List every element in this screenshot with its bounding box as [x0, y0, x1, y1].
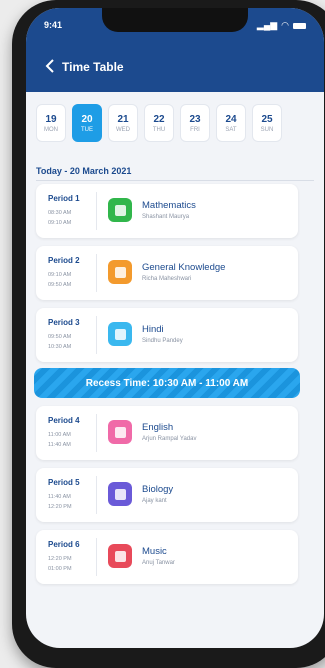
- section-divider: [36, 180, 314, 181]
- math-book-icon: [108, 198, 132, 222]
- date-number: 22: [153, 113, 165, 125]
- book-glyph-icon: [114, 488, 126, 500]
- recess-banner: Recess Time: 10:30 AM - 11:00 AM: [34, 368, 300, 398]
- status-time: 9:41: [44, 20, 63, 30]
- date-chip-fri[interactable]: 23 FRI: [180, 104, 210, 142]
- book-glyph-icon: [114, 426, 126, 438]
- period-end-time: 09:10 AM: [48, 220, 72, 226]
- period-label: Period 1: [48, 194, 80, 203]
- today-label: Today - 20 March 2021: [36, 166, 132, 176]
- card-divider: [96, 476, 97, 514]
- page-title: Time Table: [62, 60, 124, 74]
- subject-name: Biology: [142, 484, 174, 495]
- signal-icon: ▂▄▆: [256, 20, 278, 30]
- book-glyph-icon: [114, 550, 126, 562]
- period-end-time: 11:40 AM: [48, 442, 71, 448]
- date-number: 24: [225, 113, 237, 125]
- date-weekday: SUN: [260, 126, 274, 133]
- date-chip-thu[interactable]: 22 THU: [144, 104, 174, 142]
- period-start-time: 11:40 AM: [48, 494, 71, 500]
- period-label: Period 6: [48, 540, 80, 549]
- period-card[interactable]: Period 4 11:00 AM 11:40 AM English Arjun Ram…: [36, 406, 298, 460]
- date-weekday: MON: [44, 126, 58, 133]
- date-weekday: WED: [116, 126, 130, 133]
- english-book-icon: [108, 420, 132, 444]
- date-chip-mon[interactable]: 19 MON: [36, 104, 66, 142]
- back-arrow-icon[interactable]: [44, 58, 56, 74]
- book-glyph-icon: [114, 204, 126, 216]
- teacher-name: Anuj Tanwar: [142, 560, 175, 566]
- wifi-icon: ◠: [281, 20, 289, 30]
- card-divider: [96, 538, 97, 576]
- period-card[interactable]: Period 2 09:10 AM 09:50 AM General Knowledg…: [36, 246, 298, 300]
- date-number: 20: [81, 113, 93, 125]
- date-number: 21: [117, 113, 129, 125]
- date-number: 25: [261, 113, 273, 125]
- card-divider: [96, 192, 97, 230]
- book-glyph-icon: [114, 266, 126, 278]
- teacher-name: Shashant Maurya: [142, 214, 190, 220]
- date-chip-sun[interactable]: 25 SUN: [252, 104, 282, 142]
- subject-name: Hindi: [142, 324, 164, 335]
- period-card[interactable]: Period 1 08:30 AM 09:10 AM Mathematics Shash…: [36, 184, 298, 238]
- date-chip-tue[interactable]: 20 TUE: [72, 104, 102, 142]
- status-icons: ▂▄▆ ◠: [257, 20, 306, 31]
- subject-name: Mathematics: [142, 200, 196, 211]
- period-label: Period 2: [48, 256, 80, 265]
- period-end-time: 12:20 PM: [48, 504, 72, 510]
- period-end-time: 01:00 PM: [48, 566, 72, 572]
- date-weekday: FRI: [190, 126, 200, 133]
- period-label: Period 5: [48, 478, 80, 487]
- period-label: Period 3: [48, 318, 80, 327]
- period-card[interactable]: Period 5 11:40 AM 12:20 PM Biology Ajay kant: [36, 468, 298, 522]
- app-header: 9:41 ▂▄▆ ◠ Time Table: [26, 8, 324, 92]
- date-chip-wed[interactable]: 21 WED: [108, 104, 138, 142]
- subject-name: Music: [142, 546, 167, 557]
- teacher-name: Arjun Rampal Yadav: [142, 436, 197, 442]
- period-start-time: 12:20 PM: [48, 556, 72, 562]
- phone-side-button: [13, 92, 17, 122]
- date-selector: 19 MON 20 TUE 21 WED 22 THU 23 FRI 24 SAT 25 SUN: [36, 104, 282, 142]
- card-divider: [96, 316, 97, 354]
- teacher-name: Richa Maheshwari: [142, 276, 192, 282]
- period-card[interactable]: Period 3 09:50 AM 10:30 AM Hindi Sindhu Pand…: [36, 308, 298, 362]
- period-start-time: 11:00 AM: [48, 432, 71, 438]
- card-divider: [96, 254, 97, 292]
- period-start-time: 08:30 AM: [48, 210, 72, 216]
- phone-volume-down-button: [13, 184, 17, 230]
- period-label: Period 4: [48, 416, 80, 425]
- period-end-time: 10:30 AM: [48, 344, 72, 350]
- phone-volume-up-button: [13, 130, 17, 176]
- date-weekday: SAT: [225, 126, 237, 133]
- teacher-name: Sindhu Pandey: [142, 338, 183, 344]
- music-book-icon: [108, 544, 132, 568]
- phone-notch: [102, 8, 248, 32]
- period-end-time: 09:50 AM: [48, 282, 72, 288]
- subject-name: English: [142, 422, 174, 433]
- date-number: 23: [189, 113, 201, 125]
- hindi-book-icon: [108, 322, 132, 346]
- teacher-name: Ajay kant: [142, 498, 167, 504]
- book-glyph-icon: [114, 328, 126, 340]
- date-chip-sat[interactable]: 24 SAT: [216, 104, 246, 142]
- subject-name: General Knowledge: [142, 262, 226, 273]
- app-screen: 9:41 ▂▄▆ ◠ Time Table 19 MON 20 TUE 21 WED 22 T…: [26, 8, 324, 648]
- card-divider: [96, 414, 97, 452]
- battery-icon: [293, 22, 306, 29]
- date-weekday: TUE: [81, 126, 93, 133]
- period-card[interactable]: Period 6 12:20 PM 01:00 PM Music Anuj Tanwar: [36, 530, 298, 584]
- gk-book-icon: [108, 260, 132, 284]
- period-start-time: 09:10 AM: [48, 272, 72, 278]
- biology-book-icon: [108, 482, 132, 506]
- period-start-time: 09:50 AM: [48, 334, 72, 340]
- date-number: 19: [45, 113, 57, 125]
- date-weekday: THU: [152, 126, 166, 133]
